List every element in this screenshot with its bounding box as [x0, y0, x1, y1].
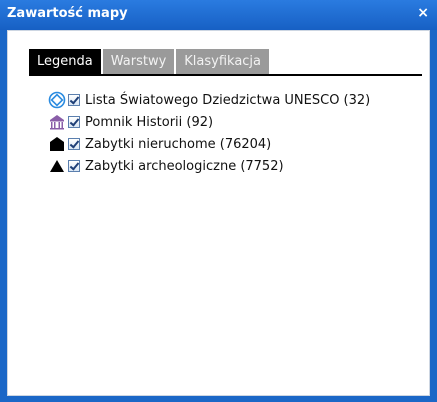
- legend-item-pomnik-historii: Pomnik Historii (92): [46, 111, 370, 133]
- tab-underline: [29, 74, 422, 76]
- legend-label: Zabytki archeologiczne (7752): [85, 158, 284, 174]
- legend-checkbox[interactable]: [68, 138, 80, 150]
- legend-item-unesco: Lista Światowego Dziedzictwa UNESCO (32): [46, 89, 370, 111]
- close-icon[interactable]: ×: [417, 5, 429, 21]
- map-content-window: Zawartość mapy × Legenda Warstwy Klasyfi…: [0, 0, 437, 402]
- building-icon: [46, 134, 68, 154]
- legend-label: Zabytki nieruchome (76204): [85, 136, 272, 152]
- tab-warstwy[interactable]: Warstwy: [102, 49, 175, 74]
- unesco-icon: [46, 90, 68, 110]
- window-body: Legenda Warstwy Klasyfikacja Lista Świat…: [7, 30, 430, 396]
- window-title: Zawartość mapy: [7, 6, 128, 21]
- legend-checkbox[interactable]: [68, 160, 80, 172]
- triangle-icon: [46, 156, 68, 176]
- legend-label: Pomnik Historii (92): [85, 114, 214, 130]
- legend-item-zabytki-nieruchome: Zabytki nieruchome (76204): [46, 133, 370, 155]
- tab-legenda[interactable]: Legenda: [29, 49, 101, 74]
- legend-checkbox[interactable]: [68, 94, 80, 106]
- tab-klasyfikacja[interactable]: Klasyfikacja: [176, 49, 270, 74]
- legend-list: Lista Światowego Dziedzictwa UNESCO (32): [46, 89, 370, 177]
- tab-bar: Legenda Warstwy Klasyfikacja: [29, 49, 271, 74]
- title-bar[interactable]: Zawartość mapy ×: [0, 0, 437, 30]
- legend-label: Lista Światowego Dziedzictwa UNESCO (32): [85, 92, 371, 108]
- legend-checkbox[interactable]: [68, 116, 80, 128]
- pomnik-historii-icon: [46, 112, 68, 132]
- legend-item-zabytki-archeologiczne: Zabytki archeologiczne (7752): [46, 155, 370, 177]
